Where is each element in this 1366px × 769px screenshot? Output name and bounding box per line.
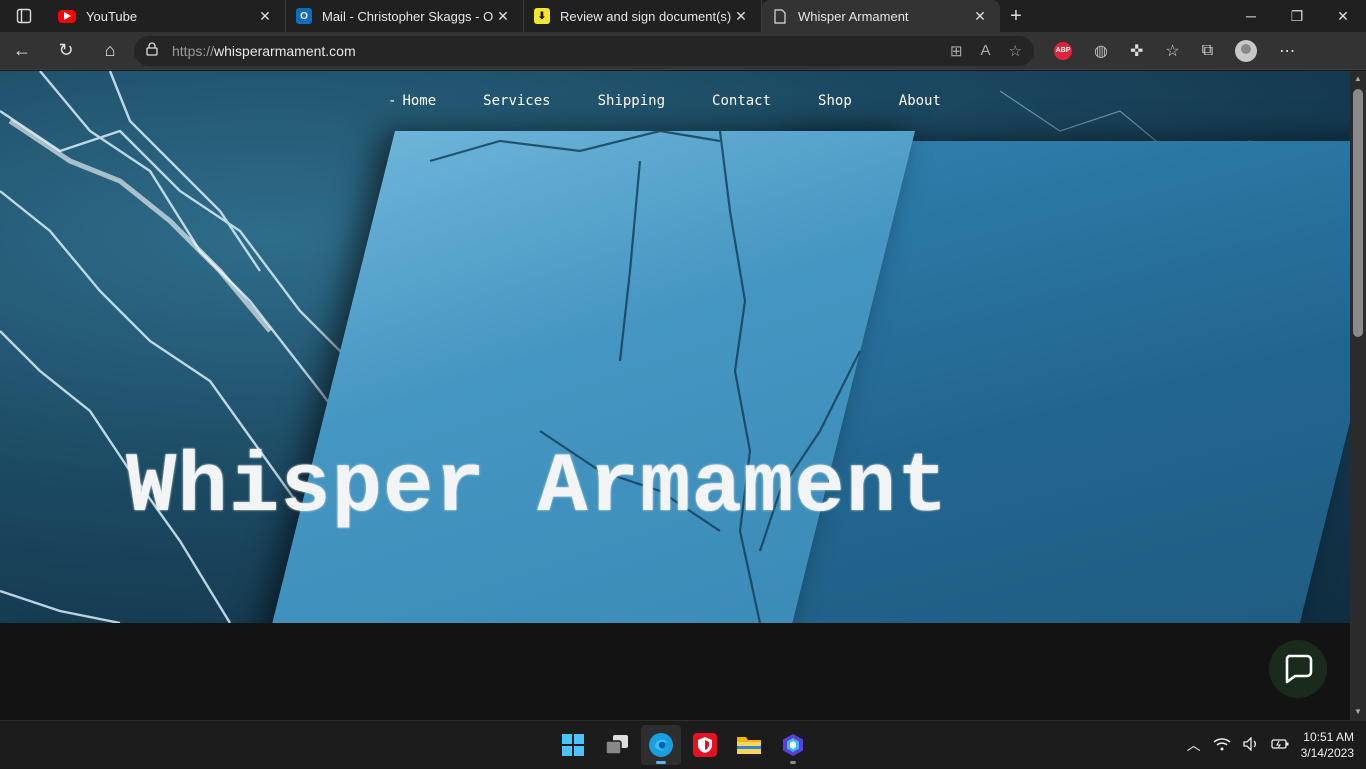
restore-button[interactable]: ❐ xyxy=(1274,0,1320,32)
site-title: Whisper Armament xyxy=(126,441,949,536)
nav-item-about[interactable]: About xyxy=(899,93,941,109)
arrow-left-icon: ← xyxy=(13,40,31,60)
close-icon: ✕ xyxy=(1337,7,1349,24)
minimize-button[interactable]: ─ xyxy=(1228,0,1274,32)
address-bar[interactable]: https://whisperarmament.com ⊞ A ☆ xyxy=(134,35,1034,66)
page-viewport: - Home Services Shipping Contact Shop Abo… xyxy=(0,71,1350,720)
tab-whisper-armament[interactable]: Whisper Armament ✕ xyxy=(762,0,1000,32)
taskbar: ︿ 10:51 AM 3/14/2023 xyxy=(0,720,1366,768)
page-icon xyxy=(772,8,788,24)
collections-icon[interactable]: ⧉ xyxy=(1202,42,1213,60)
back-button[interactable]: ← xyxy=(0,32,44,70)
chevron-up-icon[interactable]: ︿ xyxy=(1187,735,1201,755)
minimize-icon: ─ xyxy=(1246,8,1256,24)
start-button[interactable] xyxy=(553,725,593,765)
more-icon[interactable]: ⋯ xyxy=(1279,41,1295,61)
refresh-button[interactable]: ↻ xyxy=(44,32,88,70)
running-indicator xyxy=(790,761,796,764)
clock-date: 3/14/2023 xyxy=(1300,746,1354,760)
folder-icon xyxy=(737,737,761,754)
scroll-down-icon[interactable]: ▼ xyxy=(1353,707,1363,717)
clock-time: 10:51 AM xyxy=(1303,730,1354,744)
hexagon-app-icon xyxy=(783,734,803,756)
page-scrollbar[interactable]: ▲ ▼ xyxy=(1350,71,1366,720)
outlook-icon: O xyxy=(296,8,312,24)
tab-strip: YouTube ✕ O Mail - Christopher Skaggs - … xyxy=(0,0,1366,32)
restore-icon: ❐ xyxy=(1290,7,1304,24)
chat-icon xyxy=(1285,654,1313,684)
window-controls: ─ ❐ ✕ xyxy=(1228,0,1366,32)
nav-item-shop[interactable]: Shop xyxy=(818,93,852,109)
app-available-icon[interactable]: ⊞ xyxy=(950,42,963,60)
refresh-icon: ↻ xyxy=(58,40,74,60)
adblock-icon[interactable]: ABP xyxy=(1054,41,1072,60)
tab-actions-button[interactable] xyxy=(0,0,48,32)
nav-item-contact[interactable]: Contact xyxy=(712,93,771,109)
close-icon[interactable]: ✕ xyxy=(970,8,990,25)
taskbar-app-hex[interactable] xyxy=(773,725,813,765)
tab-title: Mail - Christopher Skaggs - Outlo xyxy=(322,8,493,24)
read-aloud-icon[interactable]: A xyxy=(981,42,991,60)
chat-button[interactable] xyxy=(1269,640,1327,698)
close-icon[interactable]: ✕ xyxy=(731,8,751,25)
task-view-button[interactable] xyxy=(597,725,637,765)
extension-globe-icon[interactable]: ◍ xyxy=(1094,41,1108,61)
youtube-icon xyxy=(58,9,76,23)
avatar[interactable] xyxy=(1235,39,1258,62)
home-button[interactable]: ⌂ xyxy=(88,32,132,70)
taskbar-file-explorer[interactable] xyxy=(729,725,769,765)
tab-title: YouTube xyxy=(86,8,138,24)
tab-title: Review and sign document(s) | D xyxy=(560,8,731,24)
tab-title: Whisper Armament xyxy=(798,8,909,24)
extensions-icon[interactable]: ✜ xyxy=(1130,41,1143,61)
taskbar-apps xyxy=(553,725,813,765)
active-indicator xyxy=(656,761,666,764)
site-nav: - Home Services Shipping Contact Shop Abo… xyxy=(388,93,941,109)
system-tray: ︿ 10:51 AM 3/14/2023 xyxy=(1187,721,1354,769)
shield-icon xyxy=(693,733,717,757)
nav-item-services[interactable]: Services xyxy=(483,93,550,109)
taskbar-edge[interactable] xyxy=(641,725,681,765)
home-icon: ⌂ xyxy=(104,40,116,60)
favorite-add-icon[interactable]: ☆ xyxy=(1009,42,1022,60)
edge-icon xyxy=(649,733,673,757)
wifi-icon[interactable] xyxy=(1213,737,1231,754)
lock-icon xyxy=(146,42,158,59)
nav-item-shipping[interactable]: Shipping xyxy=(598,93,665,109)
tab-actions-icon xyxy=(16,8,32,24)
volume-icon[interactable] xyxy=(1242,735,1259,754)
docusign-icon: ⬇ xyxy=(534,8,550,24)
extensions-area: ABP ◍ ✜ ☆ ⧉ ⋯ xyxy=(1054,39,1295,62)
scroll-thumb[interactable] xyxy=(1353,89,1363,337)
slab-cracks xyxy=(429,129,861,623)
scroll-up-icon[interactable]: ▲ xyxy=(1353,74,1363,84)
tab-docusign[interactable]: ⬇ Review and sign document(s) | D ✕ xyxy=(524,0,762,32)
url-text: https://whisperarmament.com xyxy=(172,42,356,59)
plus-icon: + xyxy=(1010,4,1022,27)
tab-youtube[interactable]: YouTube ✕ xyxy=(48,0,286,32)
browser-toolbar: ← ↻ ⌂ https://whisperarmament.com ⊞ A ☆ … xyxy=(0,32,1366,70)
clock[interactable]: 10:51 AM 3/14/2023 xyxy=(1301,729,1354,761)
hero-banner: - Home Services Shipping Contact Shop Abo… xyxy=(0,71,1350,623)
favorites-icon[interactable]: ☆ xyxy=(1165,41,1179,61)
active-indicator: - xyxy=(388,93,397,109)
close-icon[interactable]: ✕ xyxy=(493,8,513,25)
nav-item-home[interactable]: - Home xyxy=(388,93,436,109)
battery-icon[interactable] xyxy=(1270,738,1289,753)
taskbar-security-app[interactable] xyxy=(685,725,725,765)
new-tab-button[interactable]: + xyxy=(1000,0,1032,32)
close-window-button[interactable]: ✕ xyxy=(1320,0,1366,32)
address-bar-actions: ⊞ A ☆ xyxy=(950,42,1022,60)
task-view-icon xyxy=(605,735,628,755)
windows-icon xyxy=(562,734,584,756)
tab-outlook[interactable]: O Mail - Christopher Skaggs - Outlo ✕ xyxy=(286,0,524,32)
close-icon[interactable]: ✕ xyxy=(255,8,275,25)
